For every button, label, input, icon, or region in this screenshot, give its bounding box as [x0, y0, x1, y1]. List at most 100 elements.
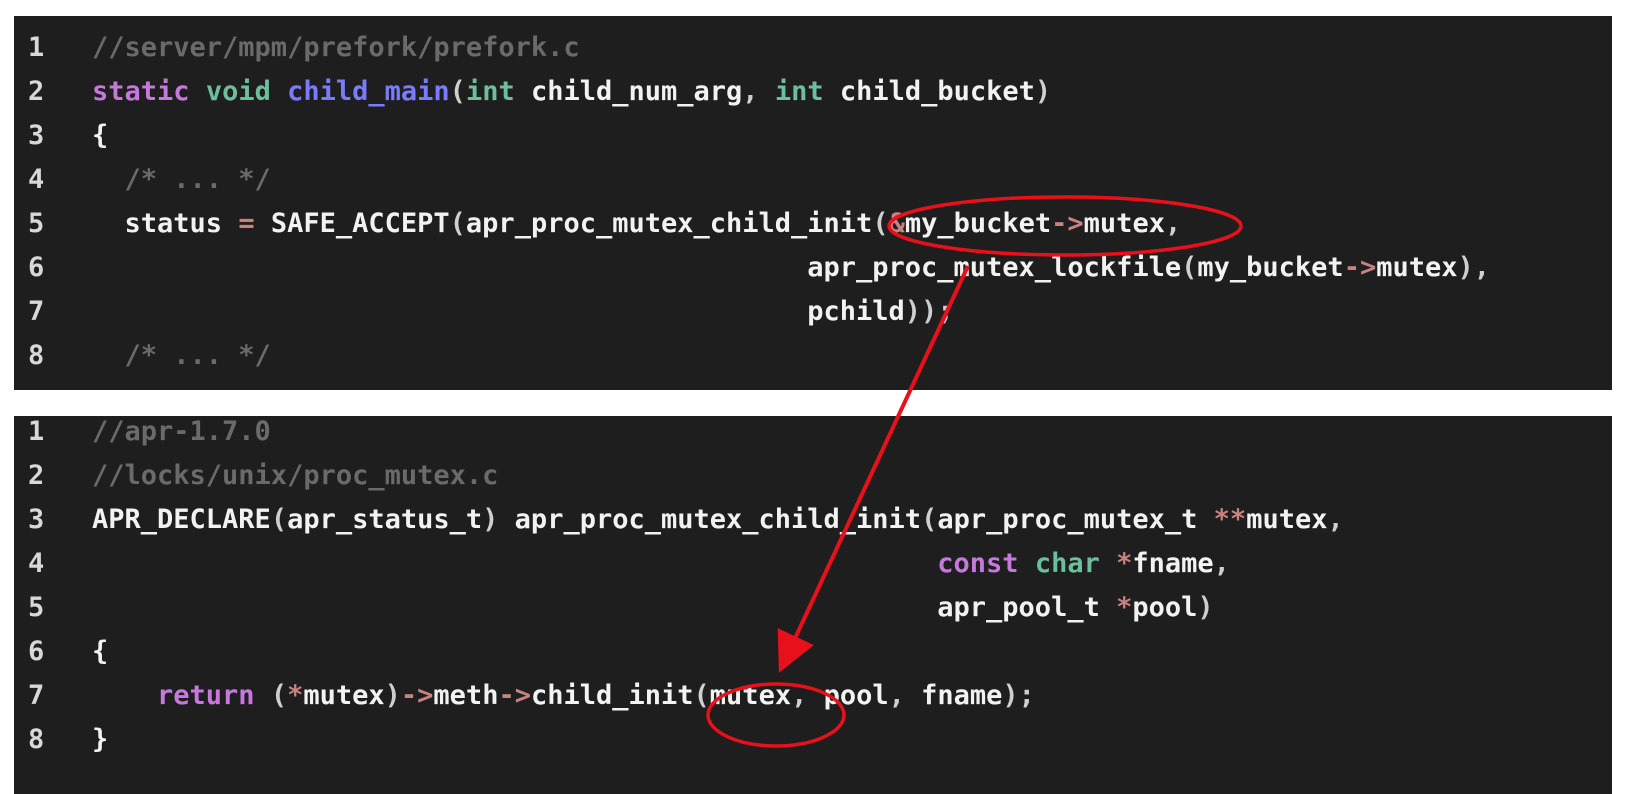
code-token: ( — [449, 76, 466, 107]
line-number: 8 — [28, 724, 45, 755]
code-token: pool — [1132, 592, 1198, 623]
code-token: child_num_arg — [514, 76, 743, 107]
code-token: apr_proc_mutex_lockfile — [92, 252, 1182, 283]
code-token: , — [791, 680, 824, 711]
line-number: 7 — [28, 680, 45, 711]
code-text: { — [92, 630, 108, 674]
code-token: fname — [921, 680, 1003, 711]
code-text: /* ... */ — [92, 158, 271, 202]
code-token: //server/mpm/prefork/prefork.c — [92, 32, 580, 63]
code-token: child_init — [530, 680, 694, 711]
code-token: child_main — [287, 76, 450, 107]
code-token: child_bucket — [823, 76, 1035, 107]
code-token: -> — [1051, 208, 1084, 239]
code-token: pool — [823, 680, 889, 711]
line-number: 2 — [28, 76, 45, 107]
code-token: char — [1034, 548, 1100, 579]
code-token: mutex — [303, 680, 385, 711]
code-token: const — [937, 548, 1019, 579]
code-token: * — [1116, 592, 1133, 623]
code-text: APR_DECLARE(apr_status_t) apr_proc_mutex… — [92, 498, 1344, 542]
code-token: int — [465, 76, 515, 107]
code-token: fname — [1132, 548, 1214, 579]
code-token: mutex — [709, 680, 792, 711]
code-token: ) — [1197, 592, 1214, 623]
code-token: -> — [400, 680, 434, 711]
code-text: { — [92, 114, 108, 158]
code-text: apr_proc_mutex_lockfile(my_bucket->mutex… — [92, 246, 1490, 290]
code-block-proc-mutex: 1 //apr-1.7.0 2 //locks/unix/proc_mutex.c 3 A… — [14, 416, 1612, 794]
code-token: ), — [1457, 252, 1491, 283]
code-text: pchild)); — [92, 290, 954, 334]
code-token: ** — [1213, 504, 1247, 535]
code-token: void — [205, 76, 271, 107]
code-token: static — [92, 76, 190, 107]
line-number: 1 — [28, 32, 45, 63]
code-token: , — [888, 680, 922, 711]
line-number: 4 — [28, 164, 45, 195]
code-token: , — [1327, 504, 1344, 535]
code-token: apr_proc_mutex_child_init — [498, 504, 922, 535]
line-number: 6 — [28, 636, 45, 667]
line-number: 2 — [28, 460, 45, 491]
code-token: apr_proc_mutex_child_init — [465, 208, 873, 239]
code-token: ); — [1002, 680, 1035, 711]
code-token: status — [92, 208, 239, 239]
code-token: //locks/unix/proc_mutex.c — [92, 460, 499, 491]
line-number: 6 — [28, 252, 45, 283]
code-token: /* ... */ — [92, 164, 271, 195]
code-text: //apr-1.7.0 — [92, 410, 271, 454]
code-token: /* ... */ — [92, 340, 271, 371]
code-token: ) — [1034, 76, 1052, 107]
line-number: 1 — [28, 416, 45, 447]
code-token: my_bucket — [1197, 252, 1344, 283]
code-token: ( — [1181, 252, 1198, 283]
code-annotation-figure: 1 //server/mpm/prefork/prefork.c 2 static v… — [0, 0, 1634, 794]
code-token: ( — [270, 504, 288, 535]
code-token: -> — [498, 680, 531, 711]
line-number: 3 — [28, 504, 45, 535]
code-token: mutex — [1083, 208, 1165, 239]
code-token: ( — [872, 208, 889, 239]
code-text: } — [92, 718, 108, 762]
code-text: //locks/unix/proc_mutex.c — [92, 454, 498, 498]
code-token: ( — [693, 680, 710, 711]
code-block-prefork: 1 //server/mpm/prefork/prefork.c 2 static v… — [14, 16, 1612, 390]
code-token: , — [1213, 548, 1230, 579]
code-token: } — [92, 724, 109, 755]
code-token: & — [888, 208, 905, 239]
code-token: mutex — [1376, 252, 1458, 283]
code-token: pchild — [92, 296, 905, 327]
code-token: ( — [921, 504, 938, 535]
code-token: return — [157, 680, 255, 711]
code-text: const char *fname, — [92, 542, 1230, 586]
code-token: , — [1164, 208, 1182, 239]
code-token: APR_DECLARE — [92, 504, 271, 535]
code-token: //apr-1.7.0 — [92, 416, 271, 447]
code-token: ) — [482, 504, 499, 535]
code-token: apr_pool_t — [92, 592, 1117, 623]
code-text: return (*mutex)->meth->child_init(mutex,… — [92, 674, 1035, 718]
code-token: * — [1116, 548, 1133, 579]
code-token: apr_proc_mutex_t — [937, 504, 1214, 535]
code-text: static void child_main(int child_num_arg… — [92, 70, 1051, 114]
line-number: 5 — [28, 592, 45, 623]
code-token: * — [287, 680, 304, 711]
code-token: mutex — [1246, 504, 1328, 535]
line-number: 7 — [28, 296, 45, 327]
code-token: )); — [904, 296, 954, 327]
code-token: apr_status_t — [287, 504, 483, 535]
line-number: 8 — [28, 340, 45, 371]
code-token: { — [92, 636, 109, 667]
code-token: { — [92, 120, 109, 151]
code-token: = — [238, 208, 255, 239]
code-text: /* ... */ — [92, 334, 271, 378]
code-text: //server/mpm/prefork/prefork.c — [92, 26, 580, 70]
code-token: SAFE_ACCEPT — [254, 208, 450, 239]
